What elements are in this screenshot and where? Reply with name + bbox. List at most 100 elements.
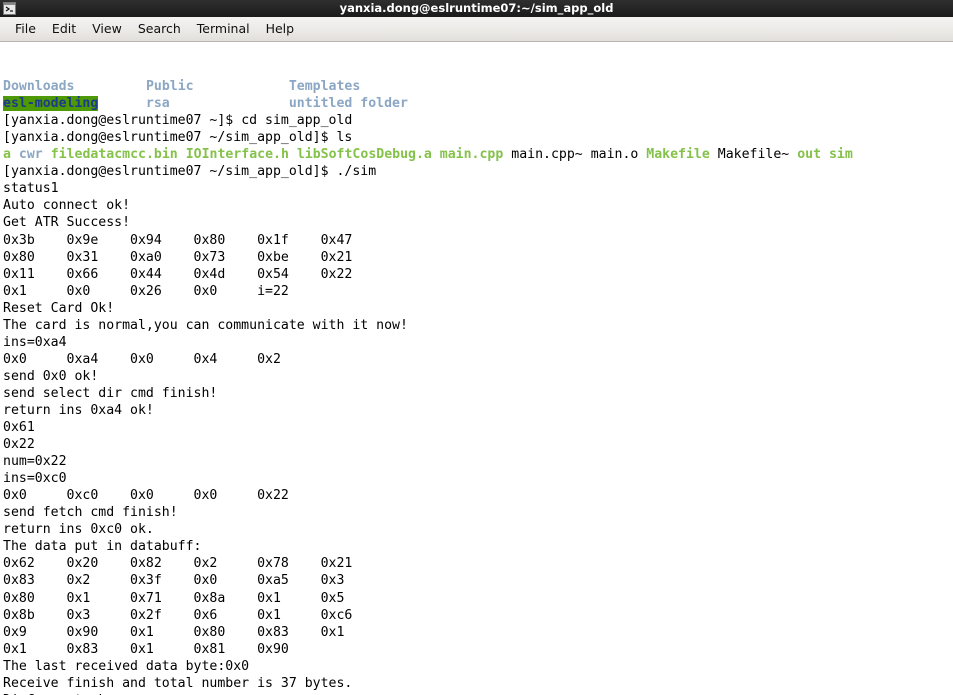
output-text: 0x83 0x2 0x3f 0x0 0xa5 0x3 <box>3 573 345 589</box>
output-line: 0x61 <box>3 419 953 436</box>
window-title: yanxia.dong@eslruntime07:~/sim_app_old <box>339 1 614 15</box>
output-line: Get ATR Success! <box>3 214 953 231</box>
listing-gap <box>710 147 718 162</box>
output-text: 0x1 0x0 0x26 0x0 i=22 <box>3 283 289 299</box>
listing-gap <box>11 147 19 162</box>
output-line: 0x0 0xa4 0x0 0x4 0x2 <box>3 351 953 368</box>
output-line: 0x11 0x66 0x44 0x4d 0x54 0x22 <box>3 266 953 283</box>
output-text: return ins 0xc0 ok. <box>3 522 154 538</box>
output-text: Get ATR Success! <box>3 215 131 231</box>
menu-item-terminal[interactable]: Terminal <box>189 19 258 39</box>
listing-gap <box>194 79 289 94</box>
output-line: The last received data byte:0x0 <box>3 658 953 675</box>
listing-gap <box>178 147 186 162</box>
output-text: status1 <box>3 181 59 197</box>
listing-item: main.cpp~ <box>511 147 583 163</box>
output-text: 0x9 0x90 0x1 0x80 0x83 0x1 <box>3 624 345 640</box>
output-text: The data put in databuff: <box>3 539 202 555</box>
output-text: 0x61 <box>3 420 35 436</box>
output-text: 0x62 0x20 0x82 0x2 0x78 0x21 <box>3 556 353 572</box>
output-text: ins=0xa4 <box>3 334 67 350</box>
listing-item: IOInterface.h <box>185 147 289 163</box>
output-line: 0x80 0x1 0x71 0x8a 0x1 0x5 <box>3 590 953 607</box>
output-text: send select dir cmd finish! <box>3 385 218 401</box>
listing-item: Makefile~ <box>717 147 790 163</box>
output-line: 0x0 0xc0 0x0 0x0 0x22 <box>3 487 953 504</box>
shell-command: ls <box>336 130 353 146</box>
menu-item-edit[interactable]: Edit <box>44 19 84 39</box>
output-line: The data put in databuff: <box>3 538 953 555</box>
output-text: 0x80 0x1 0x71 0x8a 0x1 0x5 <box>3 590 345 606</box>
shell-prompt: [yanxia.dong@eslruntime07 ~/sim_app_old]… <box>3 164 337 180</box>
listing-item: a <box>3 147 11 163</box>
output-text: num=0x22 <box>3 454 67 470</box>
terminal-icon <box>3 2 16 15</box>
listing-gap <box>289 147 297 162</box>
output-line: ins=0xa4 <box>3 334 953 351</box>
listing-item: out <box>797 147 822 163</box>
output-text: ins=0xc0 <box>3 471 67 487</box>
terminal-output: Downloads Public Templates esl-modeling r… <box>3 78 953 695</box>
listing-gap <box>98 96 146 111</box>
output-text: 0x80 0x31 0xa0 0x73 0xbe 0x21 <box>3 249 353 265</box>
output-text: 0x3b 0x9e 0x94 0x80 0x1f 0x47 <box>3 232 353 248</box>
listing-gap <box>789 147 797 162</box>
listing-item: Templates <box>288 79 361 95</box>
listing-item: rsa <box>145 96 170 112</box>
listing-item: main.o <box>590 147 639 163</box>
menu-bar: File Edit View Search Terminal Help <box>0 17 953 42</box>
output-line: 0x8b 0x3 0x2f 0x6 0x1 0xc6 <box>3 607 953 624</box>
output-text: Auto connect ok! <box>3 198 131 214</box>
listing-item: libSoftCosDebug.a <box>296 147 432 163</box>
output-line: return ins 0xa4 ok! <box>3 402 953 419</box>
listing-item: main.cpp <box>439 147 504 163</box>
listing-item: Downloads <box>3 79 75 95</box>
shell-command: ./sim <box>336 164 377 180</box>
output-line: Reset Card Ok! <box>3 300 953 317</box>
menu-item-view[interactable]: View <box>84 19 130 39</box>
output-line: The card is normal,you can communicate w… <box>3 317 953 334</box>
shell-command: cd sim_app_old <box>241 113 353 129</box>
output-line: send fetch cmd finish! <box>3 504 953 521</box>
output-text: send 0x0 ok! <box>3 368 99 384</box>
output-line: num=0x22 <box>3 453 953 470</box>
prompt-line-run: [yanxia.dong@eslruntime07 ~/sim_app_old]… <box>3 163 953 180</box>
listing-item: untitled folder <box>288 96 408 112</box>
listing-item: Public <box>145 79 194 95</box>
output-line: 0x1 0x0 0x26 0x0 i=22 <box>3 283 953 300</box>
output-line: 0x62 0x20 0x82 0x2 0x78 0x21 <box>3 555 953 572</box>
output-text: 0x1 0x83 0x1 0x81 0x90 <box>3 641 289 657</box>
output-line: send 0x0 ok! <box>3 368 953 385</box>
output-line: 0x22 <box>3 436 953 453</box>
output-line: ins=0xc0 <box>3 470 953 487</box>
listing-item: cwr <box>18 147 43 163</box>
output-text: The card is normal,you can communicate w… <box>3 317 408 333</box>
shell-prompt: [yanxia.dong@eslruntime07 ~/sim_app_old]… <box>3 130 337 146</box>
output-text: 0x22 <box>3 437 35 453</box>
output-text: return ins 0xa4 ok! <box>3 402 154 418</box>
output-line: send select dir cmd finish! <box>3 385 953 402</box>
output-text: The last received data byte:0x0 <box>3 658 250 674</box>
home-listing-row-1: Downloads Public Templates <box>3 78 953 95</box>
output-text: 0x0 0xa4 0x0 0x4 0x2 <box>3 351 281 367</box>
output-line: 0x3b 0x9e 0x94 0x80 0x1f 0x47 <box>3 232 953 249</box>
output-text: Reset Card Ok! <box>3 300 115 316</box>
output-text: Receive finish and total number is 37 by… <box>3 675 353 691</box>
output-line: Receive finish and total number is 37 by… <box>3 675 953 692</box>
terminal-screen[interactable]: Downloads Public Templates esl-modeling r… <box>0 42 953 695</box>
output-line: 0x9 0x90 0x1 0x80 0x83 0x1 <box>3 624 953 641</box>
listing-gap <box>74 79 145 94</box>
output-text: 0x11 0x66 0x44 0x4d 0x54 0x22 <box>3 266 353 282</box>
listing-gap <box>43 147 51 162</box>
home-listing-row-2: esl-modeling rsa untitled folder <box>3 95 953 112</box>
listing-item: sim <box>828 147 853 163</box>
menu-item-file[interactable]: File <box>7 19 44 39</box>
listing-gap <box>170 96 289 111</box>
prompt-line-ls: [yanxia.dong@eslruntime07 ~/sim_app_old]… <box>3 129 953 146</box>
menu-item-help[interactable]: Help <box>258 19 303 39</box>
output-line: return ins 0xc0 ok. <box>3 521 953 538</box>
window-titlebar[interactable]: yanxia.dong@eslruntime07:~/sim_app_old <box>0 0 953 17</box>
listing-gap <box>432 147 440 162</box>
menu-item-search[interactable]: Search <box>130 19 189 39</box>
prompt-line-cd: [yanxia.dong@eslruntime07 ~]$ cd sim_app… <box>3 112 953 129</box>
